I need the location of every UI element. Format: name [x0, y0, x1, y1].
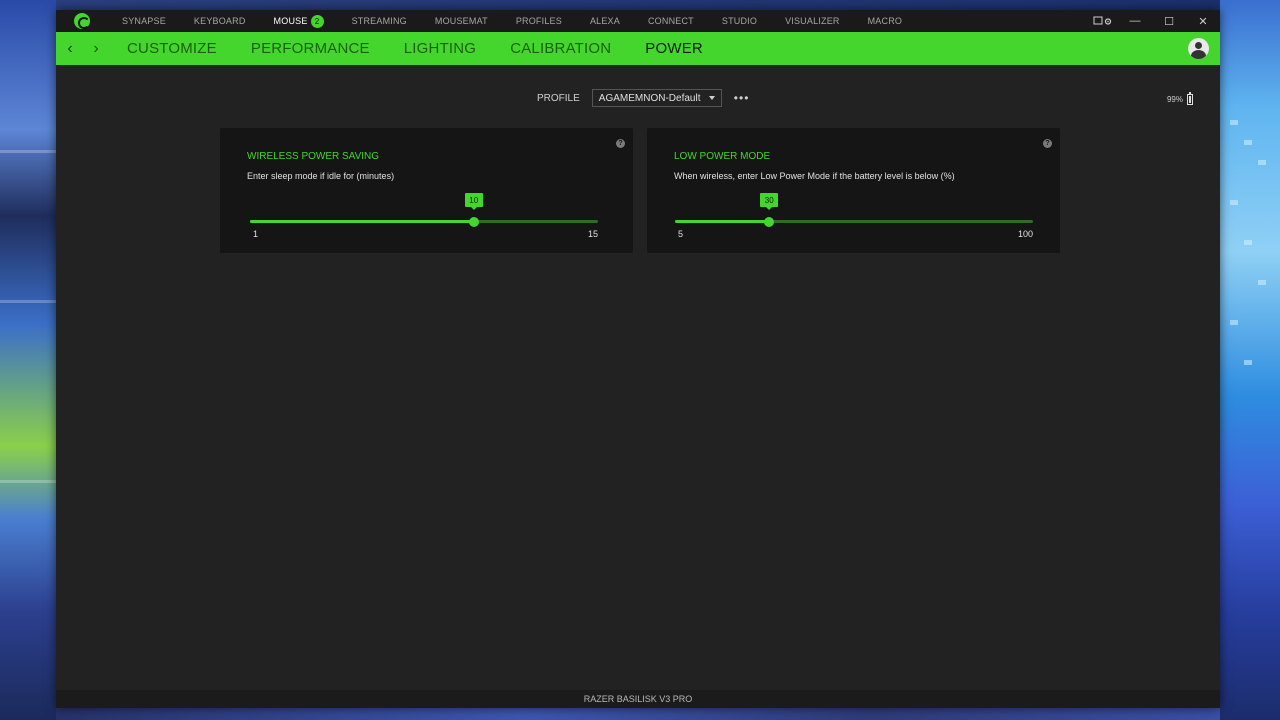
- wallpaper-right-strip: [1220, 0, 1280, 720]
- window-controls: — ☐ ✕: [1088, 10, 1220, 32]
- close-button[interactable]: ✕: [1186, 10, 1220, 32]
- minimize-icon: —: [1129, 15, 1141, 27]
- low-power-mode-card: ? LOW POWER MODE When wireless, enter Lo…: [647, 128, 1060, 253]
- device-settings-icon: [1093, 16, 1112, 25]
- top-nav-mouse[interactable]: MOUSE 2: [274, 10, 324, 32]
- profile-dropdown[interactable]: AGAMEMNON-Default: [591, 89, 722, 107]
- profile-selected-value: AGAMEMNON-Default: [598, 92, 701, 104]
- top-nav-macro[interactable]: MACRO: [868, 10, 903, 32]
- maximize-icon: ☐: [1164, 15, 1174, 28]
- slider-value-tag: 10: [464, 193, 483, 210]
- profile-more-button[interactable]: •••: [734, 91, 750, 105]
- top-nav: SYNAPSE KEYBOARD MOUSE 2 STREAMING MOUSEM…: [122, 10, 930, 32]
- card-description: Enter sleep mode if idle for (minutes): [247, 171, 395, 181]
- battery-icon: [1187, 92, 1193, 105]
- slider-thumb[interactable]: [764, 217, 775, 227]
- tab-performance[interactable]: PERFORMANCE: [251, 40, 370, 57]
- profile-label: PROFILE: [537, 92, 580, 104]
- wallpaper-bottom-strip: [56, 708, 1220, 720]
- profile-row: PROFILE AGAMEMNON-Default •••: [537, 89, 749, 107]
- device-name-footer: RAZER BASILISK V3 PRO: [56, 690, 1220, 708]
- battery-percentage: 99%: [1166, 95, 1183, 104]
- slider-thumb[interactable]: [468, 217, 479, 227]
- sleep-timeout-slider[interactable]: 10 1 15: [250, 193, 598, 239]
- slider-min-label: 1: [253, 229, 259, 239]
- tab-lighting[interactable]: LIGHTING: [404, 40, 476, 57]
- forward-button[interactable]: ›: [83, 32, 109, 65]
- slider-min-label: 5: [678, 229, 684, 239]
- sub-nav-bar: ‹ › CUSTOMIZE PERFORMANCE LIGHTING CALIB…: [56, 32, 1220, 65]
- slider-max-label: 100: [1017, 229, 1033, 239]
- top-nav-connect[interactable]: CONNECT: [648, 10, 694, 32]
- battery-status: 99%: [1166, 92, 1193, 105]
- help-icon[interactable]: ?: [616, 139, 625, 148]
- help-icon[interactable]: ?: [1043, 139, 1052, 148]
- tab-customize[interactable]: CUSTOMIZE: [127, 40, 217, 57]
- user-icon: [1195, 42, 1202, 49]
- slider-max-label: 15: [587, 229, 598, 239]
- wallpaper-left-strip: [0, 0, 56, 720]
- top-nav-streaming[interactable]: STREAMING: [352, 10, 407, 32]
- minimize-button[interactable]: —: [1118, 10, 1152, 32]
- tab-calibration[interactable]: CALIBRATION: [510, 40, 611, 57]
- top-nav-studio[interactable]: STUDIO: [722, 10, 757, 32]
- top-nav-profiles[interactable]: PROFILES: [516, 10, 562, 32]
- sub-tabs: CUSTOMIZE PERFORMANCE LIGHTING CALIBRATI…: [127, 40, 737, 57]
- razer-logo-icon: [74, 13, 90, 29]
- slider-value-tag: 30: [760, 193, 779, 210]
- device-settings-button[interactable]: [1088, 10, 1118, 32]
- card-title: LOW POWER MODE: [674, 151, 771, 162]
- top-nav-mousemat[interactable]: MOUSEMAT: [435, 10, 488, 32]
- slider-track-fill: [250, 220, 474, 223]
- top-bar: SYNAPSE KEYBOARD MOUSE 2 STREAMING MOUSEM…: [56, 10, 1220, 32]
- user-avatar[interactable]: [1188, 38, 1209, 59]
- razer-logo[interactable]: [56, 10, 108, 32]
- chevron-right-icon: ›: [93, 39, 99, 57]
- top-nav-synapse[interactable]: SYNAPSE: [122, 10, 166, 32]
- close-icon: ✕: [1198, 15, 1208, 28]
- card-description: When wireless, enter Low Power Mode if t…: [674, 171, 955, 181]
- back-button[interactable]: ‹: [57, 32, 83, 65]
- card-title: WIRELESS POWER SAVING: [247, 151, 380, 162]
- chevron-down-icon: [708, 96, 715, 100]
- low-power-threshold-slider[interactable]: 30 5 100: [675, 193, 1033, 239]
- tab-power[interactable]: POWER: [645, 40, 703, 57]
- slider-track-fill: [675, 220, 770, 223]
- wireless-power-saving-card: ? WIRELESS POWER SAVING Enter sleep mode…: [220, 128, 633, 253]
- top-nav-visualizer[interactable]: VISUALIZER: [785, 10, 840, 32]
- top-nav-keyboard[interactable]: KEYBOARD: [194, 10, 246, 32]
- chevron-left-icon: ‹: [67, 39, 73, 57]
- device-count-badge: 2: [310, 14, 324, 28]
- maximize-button[interactable]: ☐: [1152, 10, 1186, 32]
- top-nav-alexa[interactable]: ALEXA: [590, 10, 620, 32]
- synapse-window: SYNAPSE KEYBOARD MOUSE 2 STREAMING MOUSEM…: [56, 10, 1220, 708]
